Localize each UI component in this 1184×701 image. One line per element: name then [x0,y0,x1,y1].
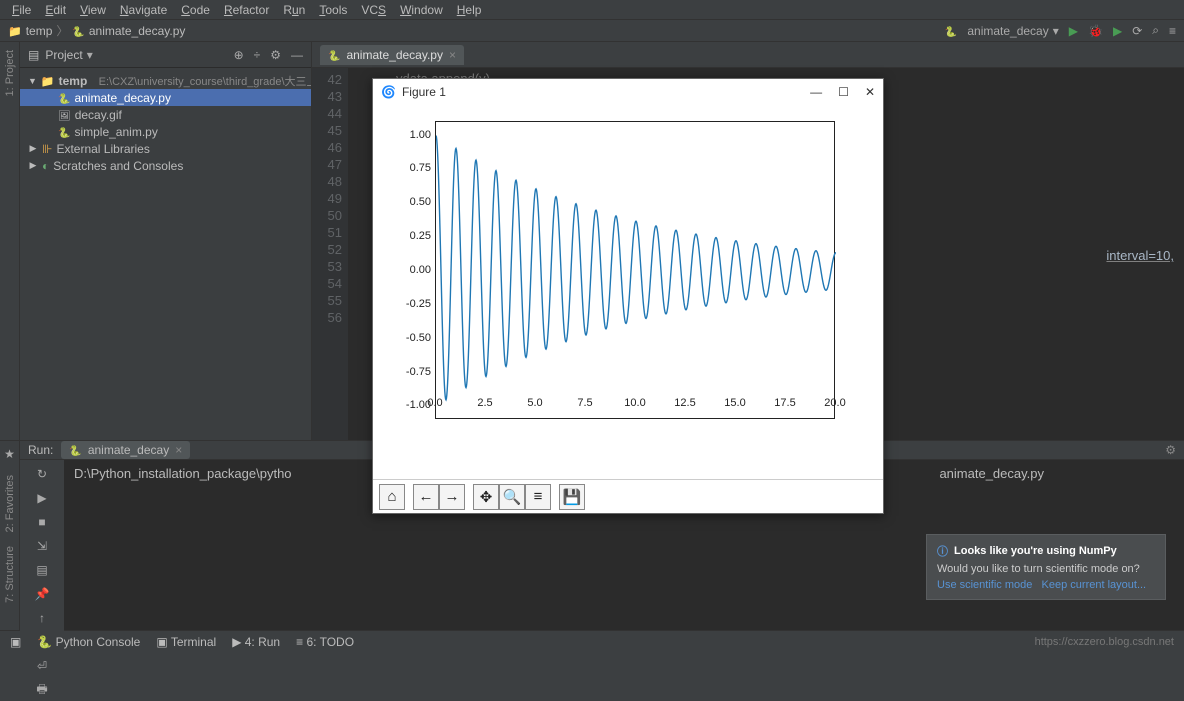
python-icon [945,24,957,38]
tree-file-label: animate_decay.py [74,91,171,105]
code-line: interval=10, [1106,248,1174,264]
collapse-icon[interactable]: ÷ [254,48,261,62]
figure-window: 🌀 Figure 1 — ☐ ✕ -1.00-0.75-0.50-0.250.0… [372,78,884,514]
matplotlib-icon: 🌀 [381,85,396,99]
toggle-tool-windows-icon[interactable]: ▣ [10,635,21,649]
menu-run[interactable]: Run [277,1,311,19]
tree-ext-lib-label: External Libraries [56,142,149,156]
console-text: animate_decay.py [939,466,1044,481]
project-tree: ▼ temp E:\CXZ\university_course\third_gr… [20,68,311,440]
exit-icon[interactable]: ⇲ [34,538,50,554]
editor-gutter: 424344454647484950515253545556 [312,68,348,440]
left-tool-strip: 1: Project [0,42,20,440]
tree-file-0[interactable]: animate_decay.py [20,89,311,106]
left-tool-strip-bottom: ★ 2: Favorites 7: Structure [0,441,20,630]
menu-file[interactable]: File [6,1,37,19]
figure-toolbar: ⌂ ← → ✥ 🔍 ≡ 💾 [373,479,883,513]
print-icon[interactable]: 🖶 [34,682,50,698]
wrap-icon[interactable]: ⏎ [34,658,50,674]
locate-icon[interactable]: ⊕ [234,48,244,62]
tab-favorites[interactable]: 2: Favorites [4,475,16,532]
rerun-icon[interactable]: ↻ [34,466,50,482]
tree-file-label: decay.gif [75,108,122,122]
menu-help[interactable]: Help [451,1,488,19]
info-icon: ⓘ [937,543,948,559]
pin-icon[interactable]: 📌 [34,586,50,602]
tree-ext-lib[interactable]: ▶⊪ External Libraries [20,140,311,157]
menu-navigate[interactable]: Navigate [114,1,173,19]
pan-icon[interactable]: ✥ [473,484,499,510]
menu-tools[interactable]: Tools [313,1,353,19]
run-label: Run: [28,443,53,457]
debug-icon[interactable]: 🐞 [1088,24,1103,38]
gear-icon[interactable]: ⚙ [1165,443,1176,457]
menu-refactor[interactable]: Refactor [218,1,275,19]
console-text: D:\Python_installation_package\pytho [74,466,292,481]
project-view-icon: ▤ [28,48,39,62]
breadcrumb-file[interactable]: animate_decay.py [89,24,186,38]
breadcrumb-sep: 〉 [56,22,68,39]
hide-icon[interactable]: — [291,48,303,62]
tab-project[interactable]: 1: Project [4,50,16,96]
tree-file-1[interactable]: decay.gif [20,106,311,123]
run-tab[interactable]: animate_decay × [61,441,190,459]
settings-icon[interactable]: ≡ [1169,24,1176,38]
notification-link-keep[interactable]: Keep current layout... [1042,579,1147,591]
run-tab-label: animate_decay [88,443,169,457]
project-view-selector[interactable]: Project [45,48,92,62]
notification-body: Would you like to turn scientific mode o… [937,563,1155,575]
save-icon[interactable]: 💾 [559,484,585,510]
layout-icon[interactable]: ▤ [34,562,50,578]
menu-bar: File Edit View Navigate Code Refactor Ru… [0,0,1184,20]
tree-scratches-label: Scratches and Consoles [53,159,183,173]
run-icon[interactable]: ▶ [1069,24,1078,38]
profile-icon[interactable]: ⟳ [1132,24,1142,38]
menu-view[interactable]: View [74,1,112,19]
figure-title: Figure 1 [402,85,446,99]
zoom-icon[interactable]: 🔍 [499,484,525,510]
run-action-toolbar: ↻ ▶ ■ ⇲ ▤ 📌 ↑ ↓ ⏎ 🖶 [20,460,64,698]
tree-scratches[interactable]: ▶◐ Scratches and Consoles [20,157,311,174]
project-tool-window: ▤ Project ⊕ ÷ ⚙ — ▼ temp E:\CXZ\universi… [20,42,312,440]
notification-link-scientific[interactable]: Use scientific mode [937,579,1032,591]
axes-box [435,121,835,419]
back-icon[interactable]: ← [413,484,439,510]
run-config-selector[interactable]: animate_decay [967,24,1058,38]
forward-icon[interactable]: → [439,484,465,510]
editor-tab[interactable]: animate_decay.py × [320,45,464,65]
close-icon[interactable]: × [449,48,456,62]
plot-canvas[interactable]: -1.00-0.75-0.50-0.250.000.250.500.751.00… [373,105,883,479]
coverage-icon[interactable]: ▶ [1113,24,1122,38]
close-icon[interactable]: × [175,443,182,457]
editor-tab-label: animate_decay.py [346,48,443,62]
menu-edit[interactable]: Edit [39,1,72,19]
tree-root-label: temp [59,74,88,88]
python-icon [69,443,81,457]
navigation-bar: temp 〉 animate_decay.py animate_decay ▶ … [0,20,1184,42]
minimize-icon[interactable]: — [810,85,822,99]
stop-icon[interactable]: ■ [34,514,50,530]
tree-root-path: E:\CXZ\university_course\third_grade\大三上… [99,73,311,89]
close-icon[interactable]: ✕ [865,85,875,99]
search-icon[interactable]: ⌕ [1152,23,1159,38]
folder-icon [8,24,22,38]
python-icon [72,24,84,38]
home-icon[interactable]: ⌂ [379,484,405,510]
python-icon [328,48,340,62]
breadcrumb-root[interactable]: temp [26,24,53,38]
up-icon[interactable]: ↑ [34,610,50,626]
menu-code[interactable]: Code [175,1,216,19]
notification-title: Looks like you're using NumPy [954,545,1117,557]
gear-icon[interactable]: ⚙ [270,48,281,62]
tab-structure[interactable]: 7: Structure [4,546,16,603]
maximize-icon[interactable]: ☐ [838,85,849,99]
menu-window[interactable]: Window [394,1,449,19]
tree-file-2[interactable]: simple_anim.py [20,123,311,140]
run-icon[interactable]: ▶ [34,490,50,506]
configure-icon[interactable]: ≡ [525,484,551,510]
tree-root[interactable]: ▼ temp E:\CXZ\university_course\third_gr… [20,72,311,89]
tree-file-label: simple_anim.py [74,125,157,139]
numpy-notification: ⓘ Looks like you're using NumPy Would yo… [926,534,1166,600]
menu-vcs[interactable]: VCS [355,1,392,19]
